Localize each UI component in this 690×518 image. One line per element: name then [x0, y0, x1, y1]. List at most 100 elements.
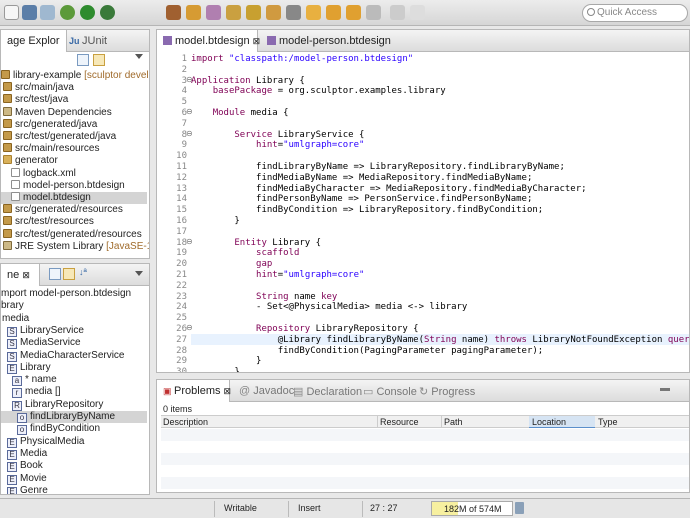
new-icon[interactable]: [4, 5, 19, 20]
close-icon[interactable]: ⊠: [224, 386, 232, 396]
tree-item[interactable]: model.btdesign: [1, 192, 147, 204]
tab-package-explorer[interactable]: age Explor: [0, 30, 67, 52]
view-menu-icon[interactable]: [135, 271, 143, 276]
code-line[interactable]: findPersonByName => PersonService.findPe…: [191, 194, 532, 204]
close-icon[interactable]: ⊠: [253, 36, 261, 46]
run-icon[interactable]: [80, 5, 95, 20]
code-line[interactable]: Module media {: [191, 108, 289, 118]
tree-item[interactable]: JRE System Library [JavaSE-1.6]: [1, 240, 149, 253]
code-line[interactable]: String name key: [191, 292, 337, 302]
tree-item[interactable]: library-example [sculptor develop]: [1, 70, 149, 82]
outline-item[interactable]: media: [1, 313, 147, 325]
outline-item[interactable]: brary: [1, 300, 147, 312]
code-line[interactable]: findLibraryByName => LibraryRepository.f…: [191, 162, 565, 172]
column-type[interactable]: Type: [598, 417, 618, 427]
tree-item[interactable]: src/generated/resources: [1, 204, 147, 216]
tree-item[interactable]: src/test/resources: [1, 216, 147, 228]
print-icon[interactable]: [40, 5, 55, 20]
code-line[interactable]: hint="umlgraph=core": [191, 270, 364, 280]
link-with-editor-icon[interactable]: [93, 54, 105, 66]
tab-model-btdesign[interactable]: model.btdesign ⊠: [157, 30, 261, 52]
code-line[interactable]: import "classpath:/model-person.btdesign…: [191, 54, 413, 64]
outline-item[interactable]: o findByCondition: [1, 423, 147, 436]
garbage-collect-icon[interactable]: [515, 502, 524, 514]
tab-declaration[interactable]: ▤ Declaration: [287, 380, 368, 402]
tab-progress[interactable]: ↻ Progress: [413, 380, 481, 402]
tab-model-person-btdesign[interactable]: model-person.btdesign: [261, 30, 397, 52]
annotation-icon[interactable]: [266, 5, 281, 20]
code-line[interactable]: }: [191, 216, 239, 226]
outline-item[interactable]: E Book: [1, 460, 147, 473]
code-line[interactable]: findMediaByName => MediaRepository.findM…: [191, 173, 532, 183]
code-line[interactable]: scaffold: [191, 248, 299, 258]
outline-item[interactable]: R LibraryRepository: [1, 399, 147, 411]
outline-item[interactable]: E Library: [1, 362, 147, 374]
outline-item[interactable]: S LibraryService: [1, 325, 147, 337]
bookmark-icon[interactable]: [246, 5, 261, 20]
minimize-icon[interactable]: [660, 388, 670, 391]
link-with-editor-icon[interactable]: [63, 268, 75, 280]
tree-item[interactable]: src/test/java: [1, 94, 147, 106]
sort-icon[interactable]: ↓ª: [79, 267, 87, 277]
outline-item[interactable]: E Genre: [1, 485, 147, 494]
outline-item[interactable]: E PhysicalMedia: [1, 436, 147, 448]
tree-item[interactable]: src/test/generated/java: [1, 131, 147, 143]
close-icon[interactable]: ⊠: [22, 270, 30, 280]
collapse-all-icon[interactable]: [49, 268, 61, 280]
column-location[interactable]: Location: [529, 416, 595, 428]
code-line[interactable]: hint="umlgraph=core": [191, 140, 364, 150]
column-resource[interactable]: Resource: [380, 417, 419, 427]
code-line[interactable]: findByCondition => LibraryRepository.fin…: [191, 205, 543, 215]
open-task-icon[interactable]: [206, 5, 221, 20]
column-description[interactable]: Description: [163, 417, 208, 427]
outline-item[interactable]: E Media: [1, 448, 147, 460]
outline-item[interactable]: E Movie: [1, 473, 147, 485]
forward-icon[interactable]: [366, 5, 381, 20]
next-annotation-icon[interactable]: [306, 5, 321, 20]
column-path[interactable]: Path: [444, 417, 463, 427]
pin-icon[interactable]: [286, 5, 301, 20]
tree-item[interactable]: src/main/java: [1, 82, 147, 94]
outline-item[interactable]: a * name: [1, 374, 147, 387]
tree-item[interactable]: src/main/resources: [1, 143, 147, 155]
open-type-icon[interactable]: [186, 5, 201, 20]
back-icon[interactable]: [346, 5, 361, 20]
outline-item[interactable]: r media []: [1, 386, 147, 399]
save-icon[interactable]: [22, 5, 37, 20]
prev-annotation-icon[interactable]: [326, 5, 341, 20]
code-line[interactable]: }: [191, 356, 261, 366]
perspective-icon[interactable]: [390, 5, 405, 20]
tree-item[interactable]: src/test/generated/resources: [1, 228, 147, 241]
collapse-all-icon[interactable]: [77, 54, 89, 66]
tree-item[interactable]: logback.xml: [1, 167, 147, 180]
quick-access-input[interactable]: Quick Access: [582, 4, 688, 22]
heap-status[interactable]: 182M of 574M: [431, 501, 513, 516]
code-line[interactable]: Repository LibraryRepository {: [191, 324, 419, 334]
outline-item[interactable]: mport model-person.btdesign: [1, 288, 147, 300]
code-line[interactable]: }: [191, 367, 239, 372]
debug-icon[interactable]: [60, 5, 75, 20]
edit-icon[interactable]: [226, 5, 241, 20]
external-tools-icon[interactable]: [100, 5, 115, 20]
tree-item[interactable]: src/generated/java: [1, 118, 147, 131]
code-line[interactable]: - Set<@PhysicalMedia> media <-> library: [191, 302, 467, 312]
code-line[interactable]: findMediaByCharacter => MediaRepository.…: [191, 184, 587, 194]
code-line[interactable]: Entity Library {: [191, 238, 321, 248]
tab-outline[interactable]: ne ⊠: [0, 264, 40, 286]
tree-item[interactable]: model-person.btdesign: [1, 179, 147, 192]
outline-item[interactable]: o findLibraryByName: [1, 411, 147, 423]
tab-problems[interactable]: ▣ Problems ⊠: [157, 380, 232, 402]
code-line[interactable]: findByCondition(PagingParameter pagingPa…: [191, 346, 544, 356]
code-line[interactable]: basePackage = org.sculptor.examples.libr…: [191, 86, 446, 96]
code-area[interactable]: 1 import "classpath:/model-person.btdesig…: [157, 52, 689, 372]
code-line[interactable]: gap: [191, 259, 272, 269]
code-line[interactable]: Application Library {: [191, 76, 305, 86]
outline-item[interactable]: S MediaService: [1, 337, 147, 350]
tree-item[interactable]: generator: [1, 155, 147, 167]
tree-item[interactable]: Maven Dependencies: [1, 106, 147, 119]
search-icon[interactable]: [166, 5, 181, 20]
view-menu-icon[interactable]: [135, 54, 143, 62]
tab-junit[interactable]: Ju JUnit: [63, 30, 113, 52]
outline-item[interactable]: S MediaCharacterService: [1, 350, 147, 362]
code-line[interactable]: Service LibraryService {: [191, 130, 364, 140]
